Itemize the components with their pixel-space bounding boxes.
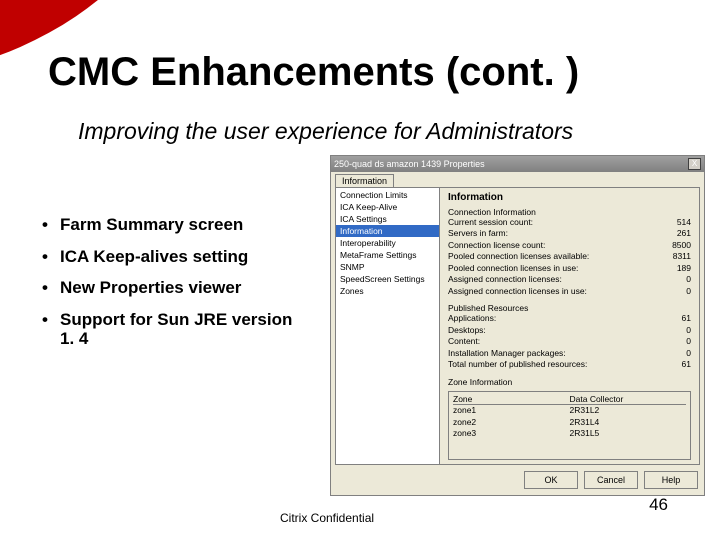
published-resources-title: Published Resources (448, 303, 691, 313)
panel-heading: Information (448, 192, 691, 203)
page-number: 46 (649, 495, 668, 515)
info-row: Installation Manager packages: 0 (448, 348, 691, 359)
info-label: Installation Manager packages: (448, 348, 566, 359)
sidebar-item-ica-keep-alive[interactable]: ICA Keep-Alive (336, 201, 439, 213)
zone-info-title: Zone Information (448, 377, 691, 387)
info-value: 0 (686, 325, 691, 336)
zone-row[interactable]: zone22R31L4 (453, 417, 686, 429)
info-value: 61 (682, 313, 691, 324)
info-label: Assigned connection licenses: (448, 274, 562, 285)
info-value: 0 (686, 336, 691, 347)
info-value: 261 (677, 228, 691, 239)
info-label: Desktops: (448, 325, 486, 336)
zone-table-header: Zone Data Collector (453, 394, 686, 405)
sidebar-item-zones[interactable]: Zones (336, 285, 439, 297)
zone-row[interactable]: zone12R31L2 (453, 405, 686, 417)
info-row: Pooled connection licenses available: 831… (448, 251, 691, 262)
zone-col-header[interactable]: Zone (453, 394, 570, 404)
sidebar-item-ica-settings[interactable]: ICA Settings (336, 213, 439, 225)
info-row: Current session count: 514 (448, 217, 691, 228)
close-button[interactable]: X (688, 158, 701, 170)
info-value: 514 (677, 217, 691, 228)
info-label: Servers in farm: (448, 228, 508, 239)
info-value: 0 (686, 348, 691, 359)
dialog-button-bar: OK Cancel Help (331, 465, 704, 495)
tab-strip: Information (331, 172, 704, 187)
info-row: Assigned connection licenses: 0 (448, 274, 691, 285)
category-sidebar: Connection Limits ICA Keep-Alive ICA Set… (336, 188, 440, 464)
info-row: Assigned connection licenses in use: 0 (448, 286, 691, 297)
info-label: Content: (448, 336, 480, 347)
ok-button[interactable]: OK (524, 471, 578, 489)
tab-information[interactable]: Information (335, 174, 394, 187)
help-button[interactable]: Help (644, 471, 698, 489)
connection-info-title: Connection Information (448, 207, 691, 217)
info-value: 0 (686, 274, 691, 285)
zone-cell: 2R31L5 (570, 428, 687, 440)
info-value: 8311 (673, 251, 691, 262)
zone-table: Zone Data Collector zone12R31L2 zone22R3… (448, 391, 691, 460)
info-value: 0 (686, 286, 691, 297)
zone-col-header[interactable]: Data Collector (570, 394, 687, 404)
info-value: 61 (682, 359, 691, 370)
footer-text: Citrix Confidential (280, 511, 374, 525)
bullet-list: Farm Summary screen ICA Keep-alives sett… (40, 215, 300, 361)
info-panel: Information Connection Information Curre… (440, 188, 699, 464)
zone-cell: zone3 (453, 428, 570, 440)
info-label: Pooled connection licenses in use: (448, 263, 578, 274)
slide-title: CMC Enhancements (cont. ) (48, 50, 579, 95)
zone-cell: zone2 (453, 417, 570, 429)
sidebar-item-interoperability[interactable]: Interoperability (336, 237, 439, 249)
sidebar-item-connection-limits[interactable]: Connection Limits (336, 189, 439, 201)
bullet-item: Farm Summary screen (40, 215, 300, 235)
info-label: Applications: (448, 313, 496, 324)
zone-row[interactable]: zone32R31L5 (453, 428, 686, 440)
dialog-title: 250-quad ds amazon 1439 Properties (334, 159, 485, 169)
close-icon: X (692, 160, 697, 168)
info-label: Pooled connection licenses available: (448, 251, 589, 262)
info-row: Total number of published resources: 61 (448, 359, 691, 370)
info-row: Pooled connection licenses in use: 189 (448, 263, 691, 274)
zone-cell: zone1 (453, 405, 570, 417)
sidebar-item-snmp[interactable]: SNMP (336, 261, 439, 273)
info-label: Assigned connection licenses in use: (448, 286, 587, 297)
info-row: Applications: 61 (448, 313, 691, 324)
info-value: 189 (677, 263, 691, 274)
info-row: Connection license count: 8500 (448, 240, 691, 251)
bullet-item: ICA Keep-alives setting (40, 247, 300, 267)
sidebar-item-information[interactable]: Information (336, 225, 439, 237)
dialog-titlebar[interactable]: 250-quad ds amazon 1439 Properties X (331, 156, 704, 172)
info-row: Desktops: 0 (448, 325, 691, 336)
info-value: 8500 (672, 240, 691, 251)
sidebar-item-speedscreen-settings[interactable]: SpeedScreen Settings (336, 273, 439, 285)
properties-dialog: 250-quad ds amazon 1439 Properties X Inf… (330, 155, 705, 496)
info-label: Connection license count: (448, 240, 545, 251)
info-label: Current session count: (448, 217, 533, 228)
bullet-item: New Properties viewer (40, 278, 300, 298)
info-row: Content: 0 (448, 336, 691, 347)
zone-cell: 2R31L2 (570, 405, 687, 417)
zone-cell: 2R31L4 (570, 417, 687, 429)
sidebar-item-metaframe-settings[interactable]: MetaFrame Settings (336, 249, 439, 261)
info-label: Total number of published resources: (448, 359, 587, 370)
info-row: Servers in farm: 261 (448, 228, 691, 239)
slide-subtitle: Improving the user experience for Admini… (78, 118, 573, 145)
bullet-item: Support for Sun JRE version 1. 4 (40, 310, 300, 349)
cancel-button[interactable]: Cancel (584, 471, 638, 489)
